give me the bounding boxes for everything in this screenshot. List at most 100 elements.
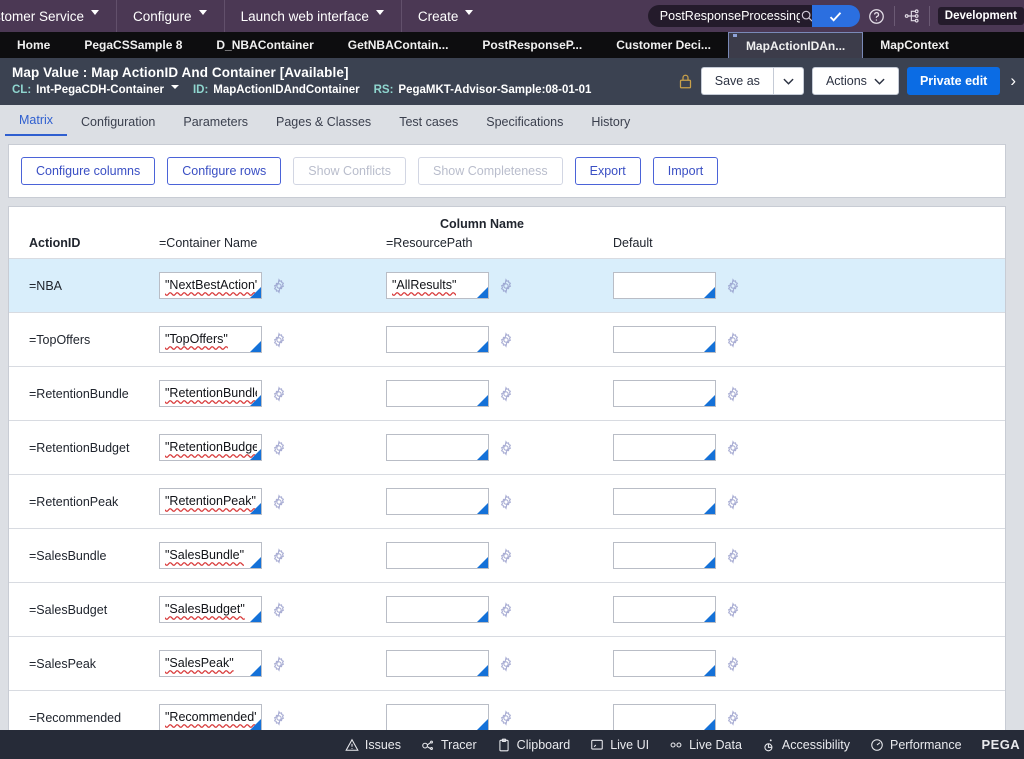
cell-value-input[interactable]: "TopOffers" (159, 326, 262, 353)
table-row[interactable]: =RetentionBudget "RetentionBudget" (9, 421, 1005, 474)
tabstrip-tab-mapcontext[interactable]: MapContext (863, 32, 966, 58)
tab-matrix[interactable]: Matrix (5, 113, 68, 136)
cell-settings-button[interactable] (725, 277, 741, 294)
tab-pages-and-classes[interactable]: Pages & Classes (262, 115, 385, 136)
footer-issues[interactable]: Issues (345, 738, 401, 752)
gear-icon[interactable] (725, 601, 741, 618)
cell-settings-button[interactable] (725, 709, 741, 726)
chevron-down-icon[interactable] (170, 85, 179, 93)
gear-icon[interactable] (498, 709, 514, 726)
cell-settings-button[interactable] (271, 493, 287, 510)
cell-value-input[interactable] (386, 434, 489, 461)
gear-icon[interactable] (498, 601, 514, 618)
gear-icon[interactable] (725, 277, 741, 294)
cell-value-input[interactable] (386, 704, 489, 731)
row-key-cell[interactable]: =NBA (9, 279, 159, 293)
cell-value-input[interactable]: "SalesPeak" (159, 650, 262, 677)
gear-icon[interactable] (725, 547, 741, 564)
cell-settings-button[interactable] (271, 331, 287, 348)
footer-live-ui[interactable]: Live UI (590, 738, 649, 752)
cell-value-input[interactable]: "SalesBundle" (159, 542, 262, 569)
tabstrip-tab-home[interactable]: Home (0, 32, 67, 58)
cell-value-input[interactable] (613, 542, 716, 569)
gear-icon[interactable] (271, 709, 287, 726)
row-key-cell[interactable]: =TopOffers (9, 333, 159, 347)
cell-settings-button[interactable] (498, 547, 514, 564)
gear-icon[interactable] (498, 385, 514, 402)
tab-configuration[interactable]: Configuration (67, 115, 169, 136)
cell-value-input[interactable]: "RetentionPeak" (159, 488, 262, 515)
cell-value-input[interactable] (386, 542, 489, 569)
table-row[interactable]: =SalesBundle "SalesBundle" (9, 529, 1005, 582)
gear-icon[interactable] (271, 601, 287, 618)
gear-icon[interactable] (725, 709, 741, 726)
tab-parameters[interactable]: Parameters (169, 115, 262, 136)
class-value[interactable]: Int-PegaCDH-Container (36, 84, 164, 96)
gear-icon[interactable] (271, 331, 287, 348)
cell-value-input[interactable]: "AllResults" (386, 272, 489, 299)
gear-icon[interactable] (498, 493, 514, 510)
footer-clipboard[interactable]: Clipboard (497, 738, 570, 752)
gear-icon[interactable] (271, 493, 287, 510)
cell-value-input[interactable]: "Recommended" (159, 704, 262, 731)
cell-settings-button[interactable] (725, 493, 741, 510)
cell-value-input[interactable] (386, 326, 489, 353)
cell-settings-button[interactable] (498, 601, 514, 618)
cell-settings-button[interactable] (271, 277, 287, 294)
column-header-resourcepath[interactable]: =ResourcePath (386, 236, 613, 250)
cell-value-input[interactable]: "SalesBudget" (159, 596, 262, 623)
gear-icon[interactable] (725, 385, 741, 402)
cell-value-input[interactable]: "RetentionBudget" (159, 434, 262, 461)
matrix-scroll-area[interactable]: Column Name ActionID =Container Name =Re… (9, 217, 1005, 759)
tabstrip-tab-getnbacontainer[interactable]: GetNBAContain... (331, 32, 466, 58)
column-header-default[interactable]: Default (613, 236, 840, 250)
global-search[interactable] (647, 5, 822, 27)
cell-value-input[interactable]: "RetentionBundle" (159, 380, 262, 407)
cell-settings-button[interactable] (725, 439, 741, 456)
tab-test-cases[interactable]: Test cases (385, 115, 472, 136)
search-submit-button[interactable] (811, 5, 860, 27)
cell-value-input[interactable] (613, 272, 716, 299)
cell-value-input[interactable] (386, 596, 489, 623)
tabstrip-tab-customer-deci[interactable]: Customer Deci... (599, 32, 728, 58)
gear-icon[interactable] (725, 439, 741, 456)
cell-value-input[interactable] (613, 326, 716, 353)
row-key-cell[interactable]: =RetentionBudget (9, 441, 159, 455)
save-as-button[interactable]: Save as (700, 67, 773, 95)
table-row[interactable]: =RetentionPeak "RetentionPeak" (9, 475, 1005, 528)
column-header-container-name[interactable]: =Container Name (159, 236, 386, 250)
footer-performance[interactable]: Performance (870, 738, 962, 752)
cell-settings-button[interactable] (498, 493, 514, 510)
cell-value-input[interactable] (613, 650, 716, 677)
row-key-cell[interactable]: =RetentionBundle (9, 387, 159, 401)
topnav-item-configure[interactable]: Configure (117, 0, 225, 32)
table-row[interactable]: =SalesBudget "SalesBudget" (9, 583, 1005, 636)
gear-icon[interactable] (271, 385, 287, 402)
cell-value-input[interactable] (386, 650, 489, 677)
cell-settings-button[interactable] (271, 601, 287, 618)
footer-live-data[interactable]: Live Data (669, 738, 742, 752)
cell-settings-button[interactable] (725, 331, 741, 348)
search-input[interactable] (659, 9, 800, 23)
cell-value-input[interactable] (613, 704, 716, 731)
cell-value-input[interactable]: "NextBestAction" (159, 272, 262, 299)
row-key-cell[interactable]: =SalesBundle (9, 549, 159, 563)
cell-settings-button[interactable] (271, 655, 287, 672)
page-scrollbar[interactable] (1015, 136, 1024, 759)
cell-value-input[interactable] (613, 596, 716, 623)
row-key-cell[interactable]: =RetentionPeak (9, 495, 159, 509)
cell-settings-button[interactable] (498, 277, 514, 294)
help-button[interactable] (860, 0, 894, 32)
gear-icon[interactable] (271, 439, 287, 456)
gear-icon[interactable] (725, 331, 741, 348)
import-button[interactable]: Import (652, 157, 719, 185)
gear-icon[interactable] (271, 547, 287, 564)
tabstrip-tab-pegacssample8[interactable]: PegaCSSample 8 (67, 32, 199, 58)
configure-rows-button[interactable]: Configure rows (167, 157, 282, 185)
gear-icon[interactable] (498, 439, 514, 456)
hierarchy-button[interactable] (895, 0, 929, 32)
table-row[interactable]: =RetentionBundle "RetentionBundle" (9, 367, 1005, 420)
cell-settings-button[interactable] (271, 709, 287, 726)
cell-settings-button[interactable] (498, 709, 514, 726)
chevron-right-icon[interactable]: › (1008, 71, 1016, 91)
